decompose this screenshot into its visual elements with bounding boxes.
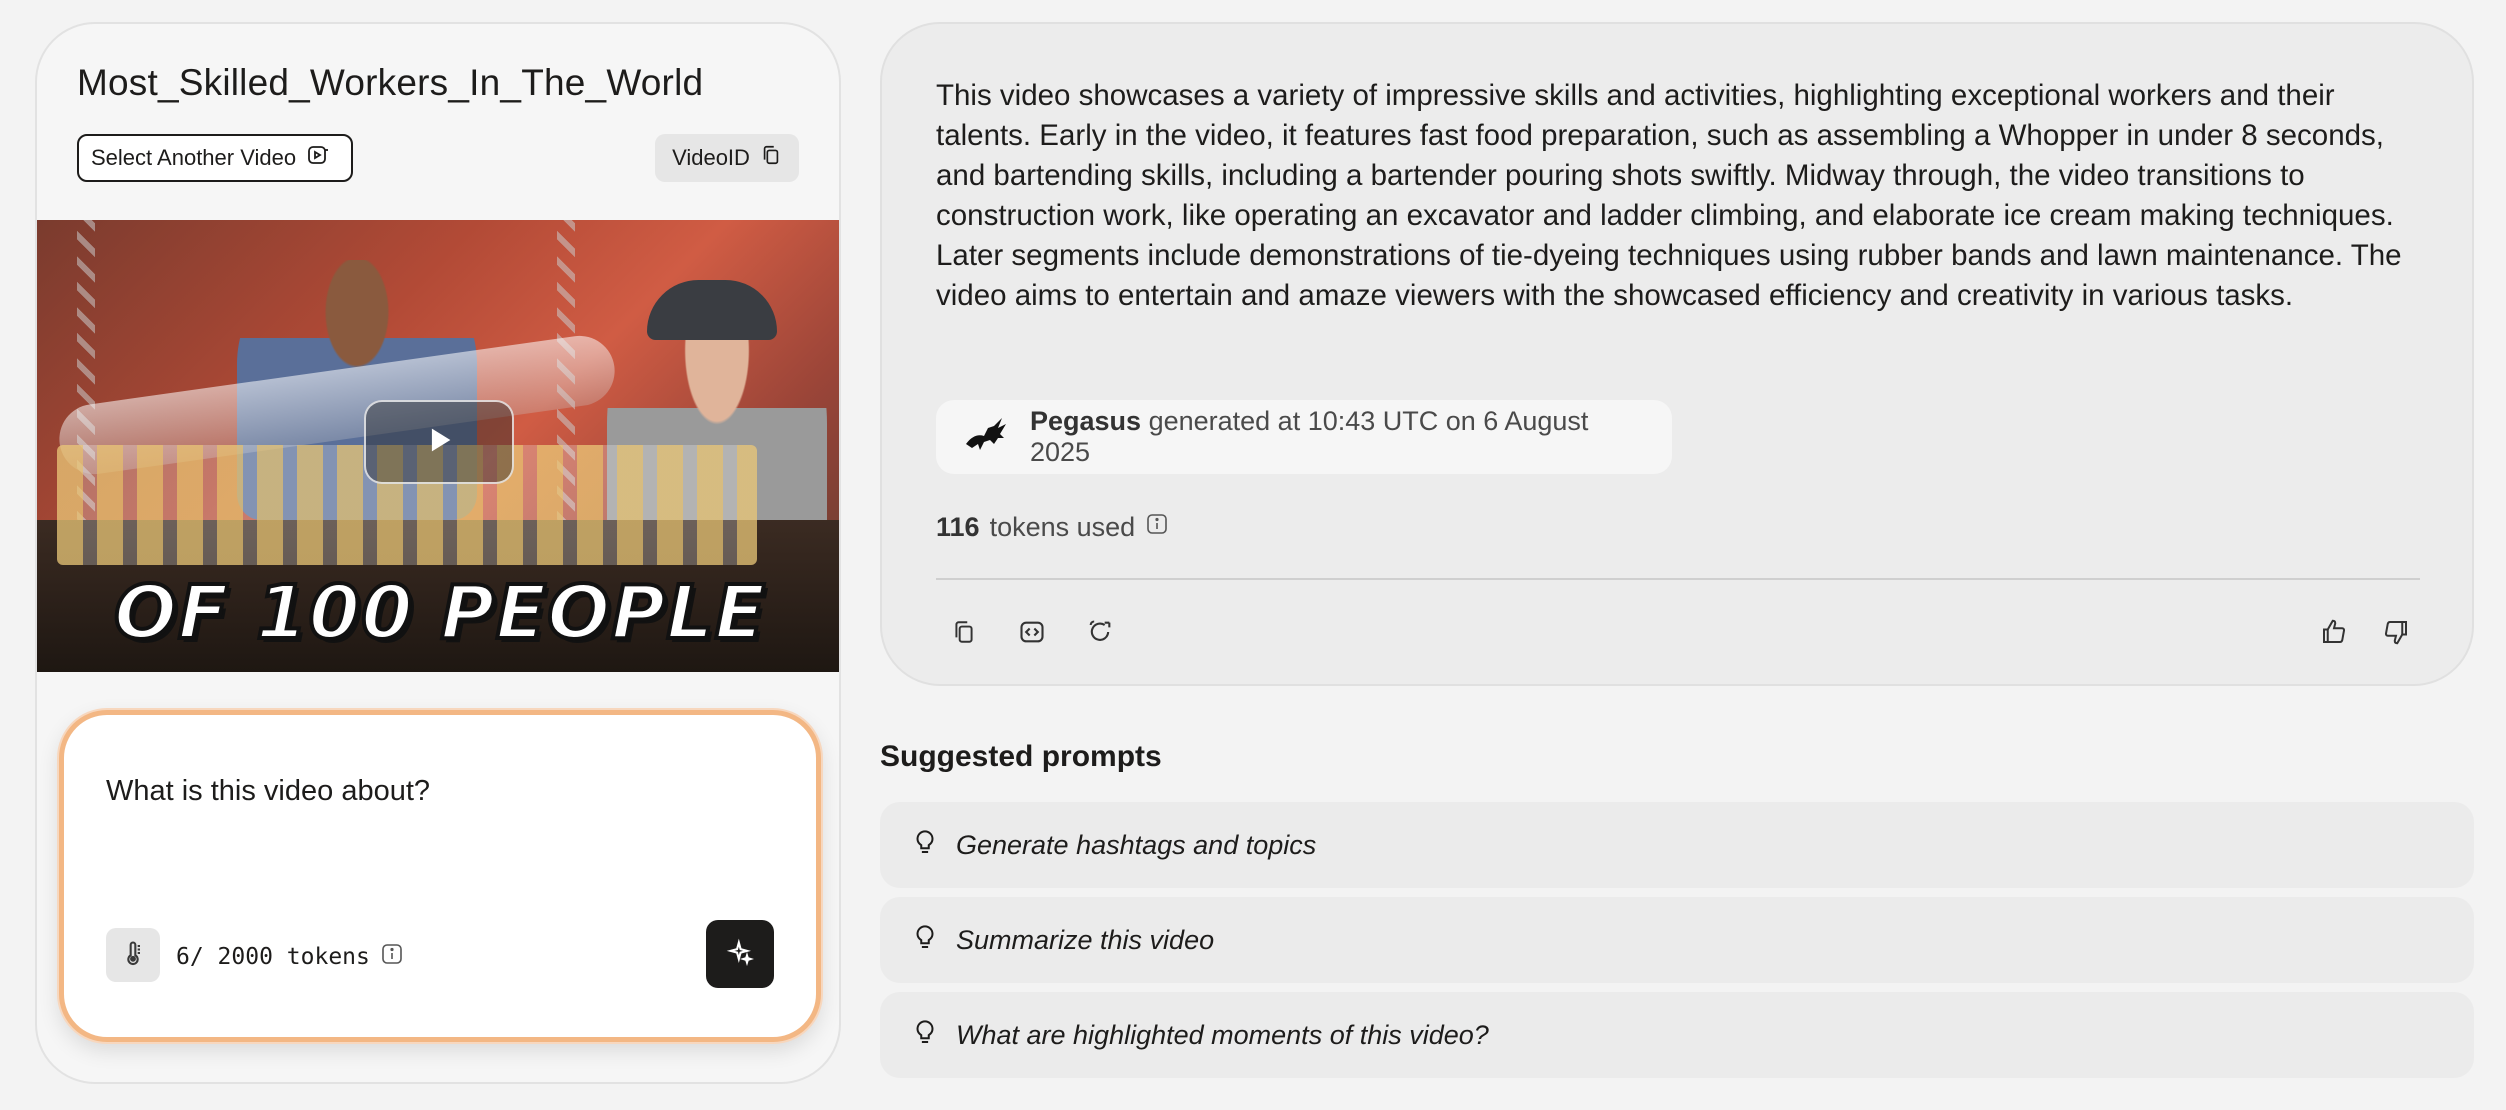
prompt-token-counter: 6/ 2000 tokens xyxy=(176,942,404,972)
generation-info: Pegasus generated at 10:43 UTC on 6 Augu… xyxy=(936,400,1672,474)
suggested-prompt-text: What are highlighted moments of this vid… xyxy=(956,1019,1489,1050)
copy-icon xyxy=(760,144,782,172)
pegasus-logo-icon xyxy=(962,414,1012,461)
model-name: Pegasus xyxy=(1030,406,1142,436)
answer-panel: This video showcases a variety of impres… xyxy=(880,22,2474,686)
answer-text: This video showcases a variety of impres… xyxy=(936,79,2402,312)
lightbulb-icon xyxy=(910,922,940,959)
play-button[interactable] xyxy=(364,400,514,484)
copy-answer-icon[interactable] xyxy=(944,612,984,652)
lightbulb-icon xyxy=(910,1017,940,1054)
lightbulb-icon xyxy=(910,827,940,864)
videoid-label: VideoID xyxy=(672,145,750,170)
info-icon[interactable] xyxy=(380,942,404,972)
temperature-button[interactable] xyxy=(106,928,160,982)
suggested-prompt-item[interactable]: Generate hashtags and topics xyxy=(880,802,2474,888)
video-swap-icon xyxy=(306,143,330,173)
regenerate-icon[interactable] xyxy=(1080,612,1120,652)
video-panel: Most_Skilled_Workers_In_The_World Select… xyxy=(35,22,841,1084)
thermometer-icon xyxy=(119,939,147,972)
divider xyxy=(936,578,2420,580)
tokens-used-label: tokens used xyxy=(989,512,1136,542)
select-another-video-label: Select Another Video xyxy=(91,145,297,170)
thumbs-up-icon[interactable] xyxy=(2314,612,2354,652)
thumbs-down-icon[interactable] xyxy=(2376,612,2416,652)
code-view-icon[interactable] xyxy=(1012,612,1052,652)
generate-button[interactable] xyxy=(706,920,774,988)
suggested-prompt-text: Summarize this video xyxy=(956,924,1215,955)
tokens-used: 116 tokens used xyxy=(936,512,1169,543)
select-another-video-button[interactable]: Select Another Video xyxy=(77,134,353,182)
videoid-copy-button[interactable]: VideoID xyxy=(655,134,799,182)
token-count-text: 6/ 2000 tokens xyxy=(176,944,370,970)
info-icon[interactable] xyxy=(1145,512,1169,543)
prompt-card: 6/ 2000 tokens xyxy=(59,710,821,1042)
suggested-prompt-text: Generate hashtags and topics xyxy=(956,829,1317,860)
tokens-used-number: 116 xyxy=(936,512,980,542)
video-caption: OF 100 PEOPLE xyxy=(112,568,767,658)
suggested-prompts-title: Suggested prompts xyxy=(880,740,1162,773)
video-thumbnail[interactable]: OF 100 PEOPLE xyxy=(37,220,839,672)
suggested-prompt-item[interactable]: What are highlighted moments of this vid… xyxy=(880,992,2474,1078)
suggested-prompt-item[interactable]: Summarize this video xyxy=(880,897,2474,983)
sparkle-icon xyxy=(726,938,755,971)
play-icon xyxy=(422,423,456,462)
video-title: Most_Skilled_Workers_In_The_World xyxy=(77,62,704,103)
prompt-input[interactable] xyxy=(106,775,756,808)
